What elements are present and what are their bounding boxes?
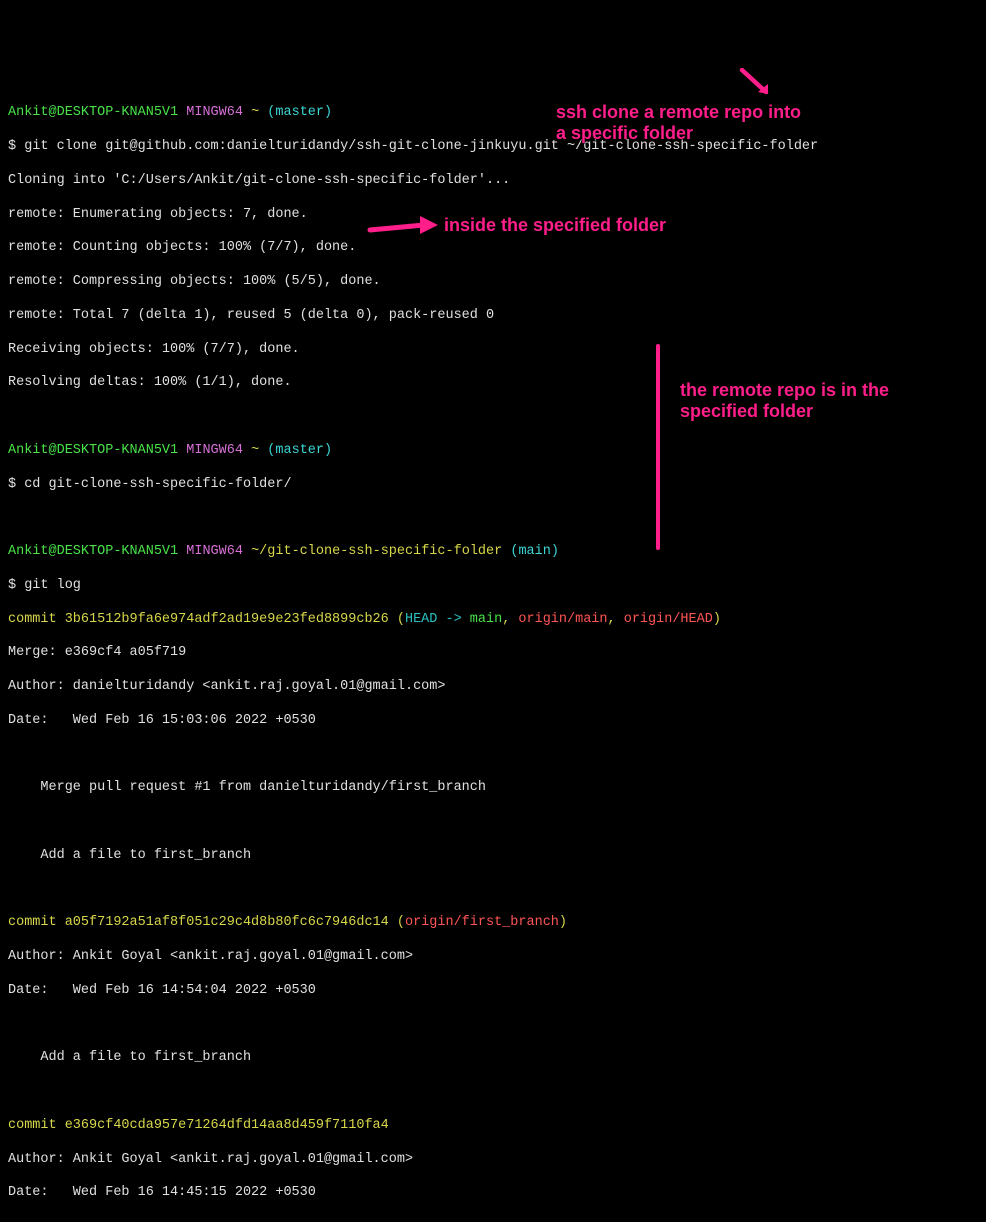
output-line: Receiving objects: 100% (7/7), done. — [8, 342, 978, 359]
prompt-3: Ankit@DESKTOP-KNAN5V1 MINGW64 ~/git-clon… — [8, 544, 978, 561]
annotation-inside-folder: inside the specified folder — [444, 215, 666, 236]
annotation-remote-repo: the remote repo is in the specified fold… — [680, 380, 910, 421]
commit-hash: commit e369cf40cda957e71264dfd14aa8d459f… — [8, 1118, 389, 1133]
commit-message: Add a file to first_branch — [8, 1050, 978, 1067]
commit-date: Date: Wed Feb 16 15:03:06 2022 +0530 — [8, 713, 978, 730]
output-line: remote: Total 7 (delta 1), reused 5 (del… — [8, 308, 978, 325]
prompt-user: Ankit@DESKTOP-KNAN5V1 — [8, 105, 178, 120]
prompt-user: Ankit@DESKTOP-KNAN5V1 — [8, 443, 178, 458]
ref-origin-first-branch: origin/first_branch — [405, 915, 559, 930]
commit-message: Add a file to first_branch — [8, 848, 978, 865]
branch-main: main — [470, 612, 502, 627]
command-cd: $ cd git-clone-ssh-specific-folder/ — [8, 477, 978, 494]
commit-date: Date: Wed Feb 16 14:54:04 2022 +0530 — [8, 983, 978, 1000]
ref-origin-main: origin/main — [518, 612, 607, 627]
prompt-branch: (main) — [510, 544, 559, 559]
commit-2-header: commit a05f7192a51af8f051c29c4d8b80fc6c7… — [8, 915, 978, 932]
command-git-clone: $ git clone git@github.com:danielturidan… — [8, 139, 978, 156]
commit-hash: commit 3b61512b9fa6e974adf2ad19e9e23fed8… — [8, 612, 389, 627]
commit-author: Author: Ankit Goyal <ankit.raj.goyal.01@… — [8, 1152, 978, 1169]
output-line: remote: Compressing objects: 100% (5/5),… — [8, 274, 978, 291]
prompt-1: Ankit@DESKTOP-KNAN5V1 MINGW64 ~ (master) — [8, 105, 978, 122]
prompt-path: ~/git-clone-ssh-specific-folder — [251, 544, 502, 559]
prompt-branch: (master) — [267, 105, 332, 120]
output-line: remote: Counting objects: 100% (7/7), do… — [8, 240, 978, 257]
prompt-env: MINGW64 — [186, 443, 243, 458]
annotation-ssh-clone: ssh clone a remote repo into a specific … — [556, 102, 816, 143]
prompt-path: ~ — [251, 443, 259, 458]
terminal-output: Ankit@DESKTOP-KNAN5V1 MINGW64 ~ (master)… — [8, 88, 978, 1222]
prompt-user: Ankit@DESKTOP-KNAN5V1 — [8, 544, 178, 559]
commit-1-header: commit 3b61512b9fa6e974adf2ad19e9e23fed8… — [8, 612, 978, 629]
command-git-log: $ git log — [8, 578, 978, 595]
output-line: Cloning into 'C:/Users/Ankit/git-clone-s… — [8, 173, 978, 190]
commit-merge-line: Merge: e369cf4 a05f719 — [8, 645, 978, 662]
ref-origin-head: origin/HEAD — [624, 612, 713, 627]
prompt-2: Ankit@DESKTOP-KNAN5V1 MINGW64 ~ (master) — [8, 443, 978, 460]
head-ref: HEAD -> — [405, 612, 470, 627]
prompt-path: ~ — [251, 105, 259, 120]
commit-hash: commit a05f7192a51af8f051c29c4d8b80fc6c7… — [8, 915, 389, 930]
commit-author: Author: danielturidandy <ankit.raj.goyal… — [8, 679, 978, 696]
prompt-env: MINGW64 — [186, 544, 243, 559]
prompt-env: MINGW64 — [186, 105, 243, 120]
commit-message: Merge pull request #1 from danielturidan… — [8, 780, 978, 797]
commit-author: Author: Ankit Goyal <ankit.raj.goyal.01@… — [8, 949, 978, 966]
commit-date: Date: Wed Feb 16 14:45:15 2022 +0530 — [8, 1185, 978, 1202]
commit-3-header: commit e369cf40cda957e71264dfd14aa8d459f… — [8, 1118, 978, 1135]
annotation-vertical-bar — [656, 344, 660, 550]
prompt-branch: (master) — [267, 443, 332, 458]
